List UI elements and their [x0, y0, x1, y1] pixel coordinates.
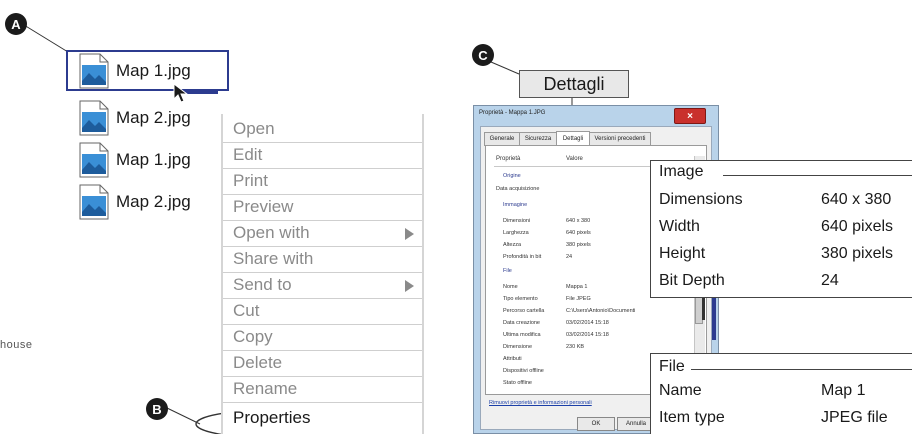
callout-badge-c: C: [472, 44, 494, 66]
remove-properties-link[interactable]: Rimuovi proprietà e informazioni persona…: [489, 400, 592, 406]
image-file-icon: [78, 142, 110, 178]
cropped-caption-text: house: [0, 339, 33, 351]
zoom-value: 24: [821, 272, 839, 289]
file-item-map1-copy[interactable]: Map 1.jpg: [78, 142, 191, 178]
column-header-value: Valore: [566, 156, 583, 162]
zoom-image-properties: Image Dimensions 640 x 380 Width 640 pix…: [650, 160, 912, 298]
prop-value: 03/02/2014 15:18: [566, 332, 609, 338]
menu-item-copy[interactable]: Copy: [223, 325, 422, 351]
prop-value: 380 pixels: [566, 242, 591, 248]
callout-badge-b: B: [146, 398, 168, 420]
zoom-value: 640 x 380: [821, 191, 892, 208]
menu-item-send-to[interactable]: Send to: [223, 273, 422, 299]
file-item-map2[interactable]: Map 2.jpg: [78, 100, 191, 136]
prop-value: Mappa 1: [566, 284, 588, 290]
prop-value: 640 pixels: [566, 230, 591, 236]
zoom-label: Dimensions: [659, 191, 743, 208]
menu-item-preview[interactable]: Preview: [223, 195, 422, 221]
tab-previous-versions[interactable]: Versioni precedenti: [589, 132, 651, 146]
menu-item-cut[interactable]: Cut: [223, 299, 422, 325]
zoom-value: 380 pixels: [821, 245, 894, 262]
column-header-property: Proprietà: [496, 156, 521, 162]
context-menu: Open Edit Print Preview Open with Share …: [221, 114, 424, 434]
zoom-value: JPEG file: [821, 409, 888, 426]
zoom-label: Bit Depth: [659, 272, 725, 289]
section-file: File: [503, 268, 512, 274]
menu-item-rename[interactable]: Rename: [223, 377, 422, 403]
submenu-arrow-icon: [405, 280, 414, 292]
menu-item-properties[interactable]: Properties: [223, 405, 422, 431]
file-name: Map 1.jpg: [116, 61, 191, 80]
menu-item-print[interactable]: Print: [223, 169, 422, 195]
zoom-value: 640 pixels: [821, 218, 894, 235]
prop-value: 230 KB: [566, 344, 585, 350]
prop-label: Nome: [503, 284, 518, 290]
prop-label: Percorso cartella: [503, 308, 545, 314]
zoom-section-title: Image: [659, 163, 708, 181]
prop-label: Data acquisizione: [496, 186, 540, 192]
menu-item-delete[interactable]: Delete: [223, 351, 422, 377]
prop-label: Altezza: [503, 242, 522, 248]
zoom-value: Map 1: [821, 382, 866, 399]
zoom-label: Name: [659, 382, 702, 399]
file-item-map2-copy[interactable]: Map 2.jpg: [78, 184, 191, 220]
prop-value: 03/02/2014 15:18: [566, 320, 609, 326]
submenu-arrow-icon: [405, 228, 414, 240]
zoom-section-title: File: [659, 358, 689, 376]
zoom-label: Item type: [659, 409, 725, 426]
prop-label: Profondità in bit: [503, 254, 542, 260]
tab-security[interactable]: Sicurezza: [519, 132, 557, 146]
prop-label: Attributi: [503, 356, 522, 362]
prop-label: Data creazione: [503, 320, 540, 326]
menu-item-edit[interactable]: Edit: [223, 143, 422, 169]
section-origin: Origine: [503, 173, 521, 179]
menu-item-label: Open with: [233, 223, 310, 243]
zoom-label: Width: [659, 218, 700, 235]
prop-label: Dimensione: [503, 344, 533, 350]
prop-label: Tipo elemento: [503, 296, 538, 302]
prop-value: 24: [566, 254, 573, 260]
image-file-icon: [78, 100, 110, 136]
prop-value: 640 x 380: [566, 218, 591, 224]
close-icon[interactable]: ×: [674, 108, 706, 124]
prop-label: Stato offline: [503, 380, 532, 386]
prop-label: Dimensioni: [503, 218, 531, 224]
zoom-file-properties: File Name Map 1 Item type JPEG file: [650, 353, 912, 434]
file-name: Map 2.jpg: [116, 192, 191, 211]
menu-item-open-with[interactable]: Open with: [223, 221, 422, 247]
prop-label: Dispositivi offline: [503, 368, 544, 374]
file-name: Map 1.jpg: [116, 150, 191, 169]
prop-value: File JPEG: [566, 296, 591, 302]
prop-label: Larghezza: [503, 230, 529, 236]
menu-item-label: Send to: [233, 275, 292, 295]
image-file-icon: [78, 53, 110, 89]
callout-badge-a: A: [5, 13, 27, 35]
section-image: Immagine: [503, 202, 528, 208]
section-rule: [723, 175, 912, 176]
dialog-title: Proprietà - Mappa 1.JPG: [479, 110, 546, 116]
prop-label: Ultima modifica: [503, 332, 541, 338]
ok-button[interactable]: OK: [577, 417, 615, 431]
mouse-cursor-icon: [173, 82, 189, 103]
prop-value: C:\Users\Antonio\Documenti: [566, 308, 636, 314]
file-name: Map 2.jpg: [116, 108, 191, 127]
image-file-icon: [78, 184, 110, 220]
zoom-label: Height: [659, 245, 706, 262]
section-rule: [691, 369, 912, 370]
menu-item-share-with[interactable]: Share with: [223, 247, 422, 273]
callout-details-tab-label: Dettagli: [519, 70, 629, 98]
tab-general[interactable]: Generale: [484, 132, 520, 146]
menu-item-open[interactable]: Open: [223, 117, 422, 143]
